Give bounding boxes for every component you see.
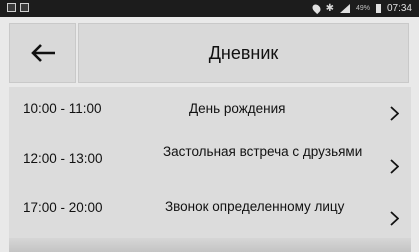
notification-icons [7, 3, 29, 12]
list-item[interactable]: 10:00 - 11:00 День рождения [9, 87, 411, 133]
entry-label: День рождения [189, 101, 286, 116]
entry-time: 17:00 - 20:00 [23, 200, 103, 215]
entry-label: Застольная встреча с друзьями [163, 144, 363, 159]
chevron-right-icon [390, 159, 399, 174]
chevron-right-icon [390, 211, 399, 226]
status-icons: ✱ 49% 07:34 [310, 2, 412, 15]
bluetooth-icon: ✱ [325, 3, 334, 14]
diary-list: 10:00 - 11:00 День рождения 12:00 - 13:0… [9, 87, 411, 244]
entry-time: 12:00 - 13:00 [23, 151, 103, 166]
back-button[interactable] [9, 23, 76, 83]
screen: ✱ 49% 07:34 Дневник 10:00 - 11:00 День р… [0, 0, 419, 252]
page-title-text: Дневник [208, 42, 279, 63]
location-icon [310, 2, 322, 15]
battery-icon [375, 4, 381, 13]
list-item[interactable]: 12:00 - 13:00 Застольная встреча с друзь… [9, 137, 411, 183]
entry-label: Звонок определенному лицу [165, 199, 345, 214]
arrow-left-icon [30, 44, 55, 62]
chevron-right-icon [390, 106, 399, 121]
entry-time: 10:00 - 11:00 [23, 101, 102, 116]
list-item[interactable]: 17:00 - 20:00 Звонок определенному лицу [9, 187, 411, 233]
page-title: Дневник [78, 23, 409, 83]
notification-icon [7, 3, 16, 12]
signal-icon [339, 4, 350, 13]
message-icon [20, 3, 29, 12]
list-bottom-edge [9, 238, 411, 252]
clock: 07:34 [386, 3, 412, 14]
status-bar: ✱ 49% 07:34 [0, 0, 419, 17]
battery-percent: 49% [355, 5, 370, 12]
